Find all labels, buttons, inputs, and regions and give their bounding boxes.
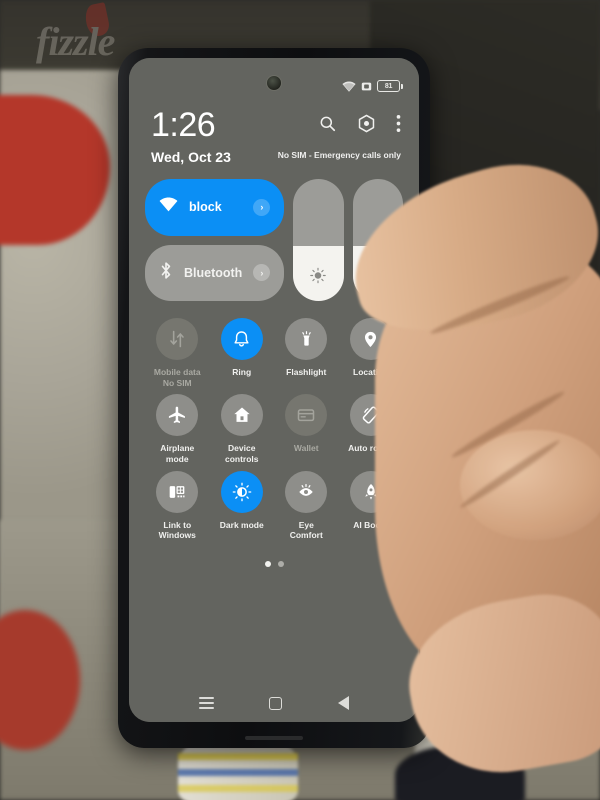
wifi-icon	[342, 80, 356, 92]
airplane-mode-toggle[interactable]: Airplane mode	[145, 394, 210, 464]
wifi-tile-label: block	[189, 200, 222, 215]
ring-toggle[interactable]: Ring	[210, 318, 275, 388]
link-windows-icon	[156, 470, 199, 513]
link-to-windows-toggle[interactable]: Link to Windows	[145, 470, 210, 541]
eye-icon	[285, 470, 328, 513]
bluetooth-icon	[159, 261, 173, 285]
home-icon	[220, 394, 263, 437]
page-dot[interactable]	[277, 560, 284, 567]
bell-icon	[220, 318, 263, 360]
clock-date: Wed, Oct 23	[151, 149, 231, 165]
brightness-icon	[310, 267, 327, 289]
bluetooth-tile-label: Bluetooth	[184, 265, 243, 280]
chevron-right-icon[interactable]: ›	[253, 264, 271, 282]
flashlight-toggle[interactable]: Flashlight	[274, 318, 339, 388]
toggle-label: Ring	[232, 367, 252, 377]
toggle-label: Dark mode	[219, 519, 264, 530]
dark-mode-toggle[interactable]: Dark mode	[210, 470, 275, 541]
page-dot[interactable]	[264, 560, 271, 567]
clock-block: 1:26 Wed, Oct 23	[145, 108, 231, 165]
search-icon[interactable]	[318, 114, 337, 138]
toggle-label: Device controls	[224, 443, 259, 464]
brightness-slider[interactable]	[293, 179, 344, 301]
toggle-label: Eye Comfort	[289, 519, 323, 541]
mobile-data-icon	[156, 318, 199, 360]
toggle-label: Link to Windows	[158, 519, 196, 541]
connectivity-column: block › Bluetooth ›	[145, 179, 285, 301]
toggle-label: Mobile data No SIM	[153, 367, 201, 388]
wallet-icon	[285, 394, 328, 437]
bottom-speaker-grille	[245, 736, 303, 740]
toggle-label: Wallet	[293, 443, 319, 454]
eye-comfort-toggle[interactable]: Eye Comfort	[274, 470, 339, 541]
chevron-right-icon[interactable]: ›	[253, 198, 271, 216]
wallet-toggle[interactable]: Wallet	[274, 394, 339, 464]
bluetooth-tile[interactable]: Bluetooth ›	[145, 244, 285, 301]
hand-holding-phone	[334, 0, 600, 800]
recents-icon[interactable]	[198, 697, 214, 709]
wifi-tile[interactable]: block ›	[145, 179, 285, 236]
mobile-data-toggle[interactable]: Mobile data No SIM	[145, 318, 210, 388]
front-camera-punch-hole	[266, 75, 282, 91]
dark-mode-icon	[220, 470, 263, 513]
home-square-icon[interactable]	[269, 696, 283, 710]
toggle-label: Airplane mode	[160, 443, 195, 464]
airplane-icon	[156, 394, 199, 437]
device-controls-toggle[interactable]: Device controls	[210, 394, 275, 464]
wifi-icon	[159, 197, 178, 217]
knuckle	[460, 430, 600, 540]
flashlight-icon	[285, 318, 328, 360]
clock-time: 1:26	[151, 106, 216, 144]
toggle-label: Flashlight	[286, 367, 327, 377]
back-triangle-icon[interactable]	[338, 696, 350, 710]
